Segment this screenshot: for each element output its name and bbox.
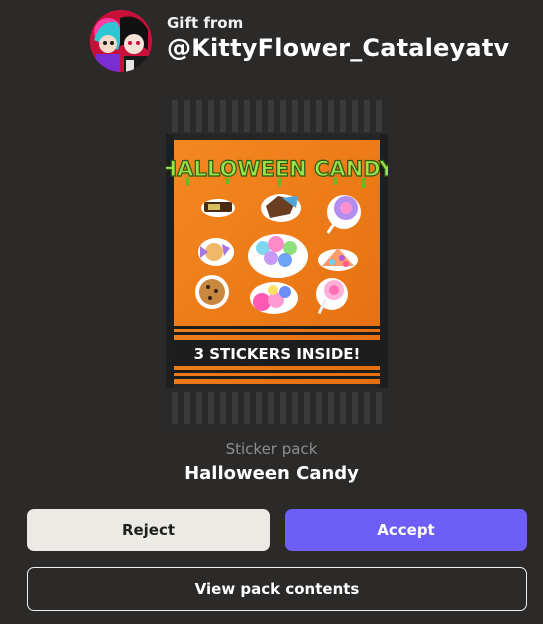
- gift-header: Gift from @KittyFlower_Cataleyatv: [90, 10, 530, 74]
- sticker-pack-image[interactable]: HALLOWEEN CANDY 3 STICKERS INSIDE!: [159, 96, 396, 428]
- pack-name: Halloween Candy: [184, 463, 359, 484]
- candy-bar-icon: [201, 199, 235, 217]
- chocolate-icon: [261, 194, 301, 222]
- sender-username[interactable]: @KittyFlower_Cataleyatv: [167, 34, 509, 62]
- wrapped-candy-icon: [198, 238, 234, 266]
- view-pack-contents-button[interactable]: View pack contents: [27, 567, 527, 611]
- sender-avatar[interactable]: [90, 10, 152, 72]
- balloon-candy-icon: [248, 234, 308, 278]
- pack-art-title: HALLOWEEN CANDY: [166, 157, 388, 181]
- gumball-icon: [250, 282, 298, 314]
- cookie-icon: [195, 275, 229, 309]
- reject-button[interactable]: Reject: [27, 509, 270, 551]
- pack-type-label: Sticker pack: [225, 440, 318, 458]
- accept-button[interactable]: Accept: [285, 509, 527, 551]
- gift-from-label: Gift from: [167, 14, 244, 32]
- pack-art-banner: 3 STICKERS INSIDE!: [194, 345, 361, 363]
